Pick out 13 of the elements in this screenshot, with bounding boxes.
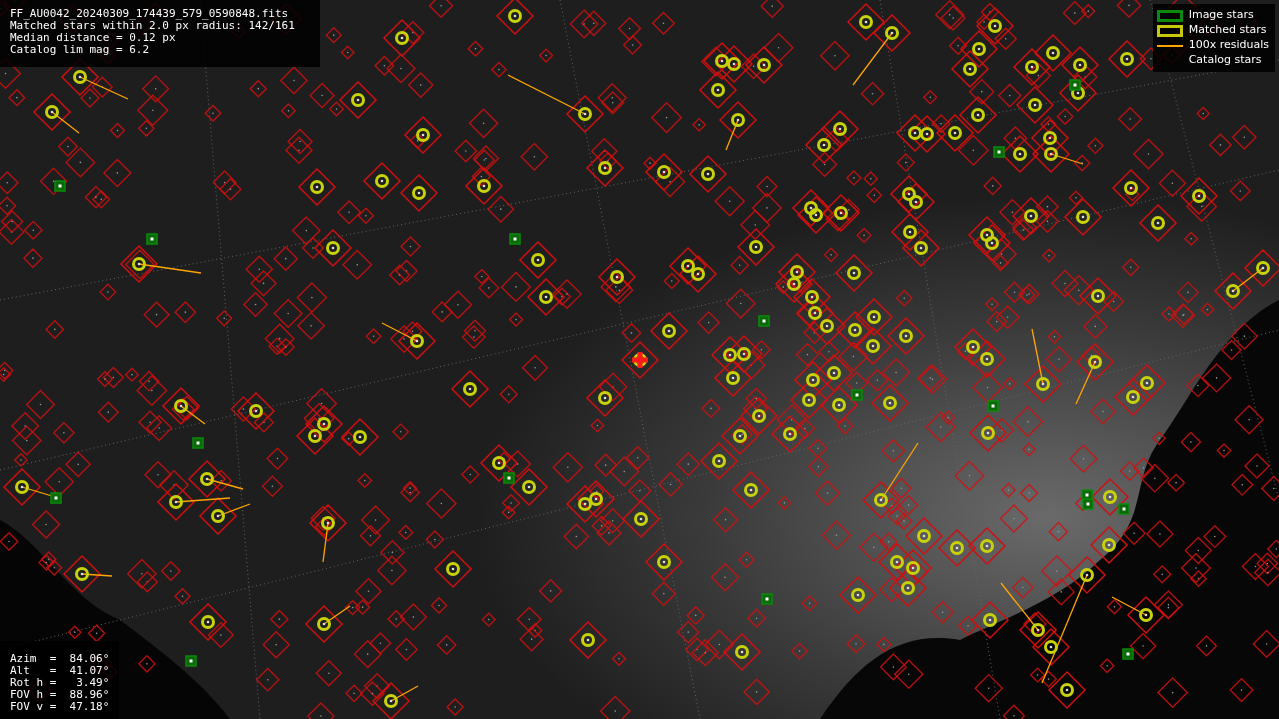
legend-label: Image stars <box>1188 7 1254 24</box>
pointing-text: Azim = 84.06° <box>10 653 110 665</box>
pointing-text: Rot h = 3.49° <box>10 677 110 689</box>
pointing-text: FOV v = 47.18° <box>10 701 110 713</box>
pointing-text: Alt = 41.07° <box>10 665 110 677</box>
info-text: Median distance = 0.12 px <box>10 32 176 44</box>
legend-label: 100x residuals <box>1188 37 1269 54</box>
legend-label: Catalog stars <box>1188 52 1262 69</box>
info-text: Catalog lim mag = 6.2 <box>10 44 150 56</box>
pointing-text: FOV h = 88.96° <box>10 689 110 701</box>
info-text: FF_AU0042_20240309_174439_579_0590848.fits <box>10 8 289 20</box>
legend-label: Matched stars <box>1188 22 1267 39</box>
info-text: Matched stars within 2.0 px radius: 142/161 <box>10 20 295 32</box>
